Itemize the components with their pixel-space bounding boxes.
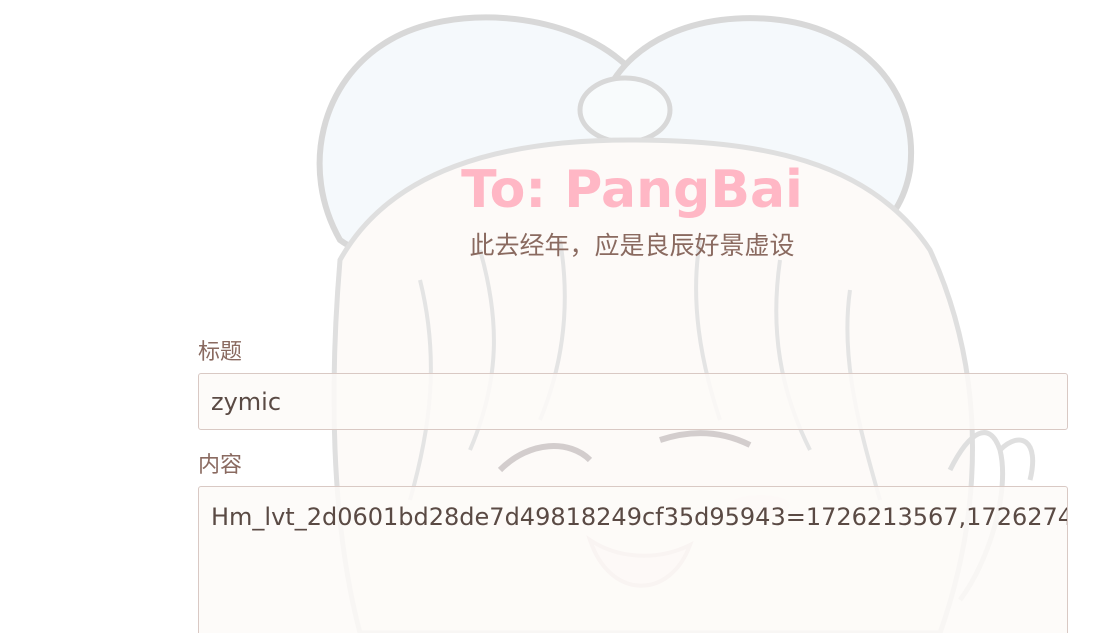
header: To: PangBai 此去经年，应是良辰好景虚设: [0, 150, 1106, 262]
title-label: 标题: [198, 340, 243, 365]
title-input[interactable]: [198, 373, 1068, 430]
page-title: To: PangBai: [461, 160, 803, 220]
content-label: 内容: [198, 453, 243, 478]
page-subtitle: 此去经年，应是良辰好景虚设: [469, 231, 795, 260]
content-textarea[interactable]: Hm_lvt_2d0601bd28de7d49818249cf35d95943=…: [198, 486, 1068, 633]
letter-form: 标题 内容 Hm_lvt_2d0601bd28de7d49818249cf35d…: [198, 336, 1068, 633]
page: To: PangBai 此去经年，应是良辰好景虚设 标题 内容 Hm_lvt_2…: [0, 0, 1106, 633]
